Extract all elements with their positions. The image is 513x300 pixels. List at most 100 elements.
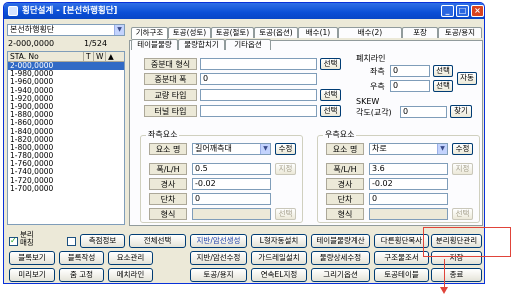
station-list[interactable]: STA. No T W ▲ 2-000,0000 1-980,0000 1-960,… [7, 51, 125, 225]
station-range: 2-000,0000 [8, 39, 55, 48]
col-w[interactable]: W [94, 52, 106, 61]
skew-find-button[interactable]: 찾기 [450, 105, 472, 118]
right-step-label: 단차 [326, 193, 364, 205]
tab-drain-2[interactable]: 배수(2) [338, 27, 402, 38]
right-type-select-button[interactable]: 선택 [452, 208, 473, 220]
matchline-left-field[interactable]: 0 [390, 65, 430, 77]
main-window: 횡단설계 - [본선하행횡단] _ □ × 본선하행횡단 ▼ 2-000,000… [3, 2, 485, 284]
matchline-right-select-button[interactable]: 선택 [433, 80, 453, 92]
right-name-value: 차로 [372, 144, 387, 153]
window-title: 횡단설계 - [본선하행횡단] [22, 6, 118, 16]
chevron-down-icon[interactable]: ▼ [260, 144, 270, 154]
close-icon[interactable]: × [471, 5, 484, 17]
bridge-type-field[interactable] [200, 89, 317, 101]
left-type-select-button[interactable]: 선택 [275, 208, 296, 220]
col-t[interactable]: T [84, 52, 94, 61]
minimize-icon[interactable]: _ [441, 5, 454, 17]
element-manage-button[interactable]: 요소관리 [108, 251, 153, 265]
maximize-icon[interactable]: □ [456, 5, 469, 17]
median-type-label: 중분대 형식 [144, 58, 197, 70]
bridge-type-label: 교량 타입 [144, 89, 197, 101]
tab-other-options[interactable]: 기타옵션 [225, 39, 271, 50]
right-width-field[interactable]: 3.6 [369, 163, 448, 175]
left-step-field[interactable]: 0 [192, 193, 271, 205]
left-name-combo[interactable]: 길어깨측대 ▼ [192, 143, 271, 155]
left-width-field[interactable]: 0.5 [192, 163, 271, 175]
right-slope-label: 경사 [326, 178, 364, 190]
tab-qty-merge[interactable]: 물량합치기 [178, 39, 225, 50]
match-line-button[interactable]: 메치라인 [108, 268, 153, 282]
tab-drain-1[interactable]: 배수(1) [298, 27, 338, 38]
matchline-auto-button[interactable]: 자동 [457, 72, 477, 85]
left-type-label: 형식 [149, 208, 187, 220]
left-step-label: 단차 [149, 193, 187, 205]
matchline-title: 폐치라인 [356, 54, 386, 63]
tab-fill[interactable]: 토공(성토) [168, 27, 211, 38]
annotation-arrow-line [444, 259, 445, 288]
chevron-down-icon[interactable]: ▼ [114, 25, 124, 35]
matchline-left-select-button[interactable]: 선택 [433, 65, 453, 77]
scroll-up-icon[interactable]: ▲ [106, 52, 124, 61]
preview-button[interactable]: 미리보기 [9, 268, 55, 282]
left-edit-button[interactable]: 수정 [275, 143, 296, 155]
block-view-button[interactable]: 블록보기 [9, 251, 55, 265]
earth-table-button[interactable]: 토공테이블 [374, 268, 429, 282]
earth-land-button[interactable]: 토공/용지 [190, 268, 247, 282]
right-type-label: 형식 [326, 208, 364, 220]
skew-angle-label: 각도(교각) [356, 108, 392, 117]
left-name-value: 길어깨측대 [195, 144, 232, 153]
left-designate-button[interactable]: 지정 [275, 163, 296, 175]
extra-checkbox[interactable] [67, 237, 76, 246]
left-element-title: 좌측요소 [146, 130, 180, 140]
l-type-auto-button[interactable]: L형자동설치 [251, 234, 307, 248]
left-width-label: 폭/L/H [149, 163, 187, 175]
right-step-field[interactable]: 0 [369, 193, 448, 205]
tab-pavement[interactable]: 포장 [402, 27, 438, 38]
median-width-field[interactable]: 0 [200, 73, 317, 85]
list-item[interactable]: 1-700,0000 [8, 184, 124, 193]
section-combo-value: 본선하행횡단 [10, 25, 55, 34]
table-qty-calc-button[interactable]: 테이블물량계산 [311, 234, 370, 248]
zoom-fix-button[interactable]: 줌 고정 [59, 268, 104, 282]
tab-geometry[interactable]: 기하구조 [131, 27, 168, 39]
right-designate-button[interactable]: 지정 [452, 163, 473, 175]
annotation-arrow-icon [440, 287, 448, 294]
matchline-right-field[interactable]: 0 [390, 80, 430, 92]
matchline-left-label: 좌측 [370, 67, 385, 76]
ground-line-create-button[interactable]: 지반/암선생성 [190, 234, 247, 248]
app-icon [8, 6, 18, 16]
right-element-title: 우측요소 [323, 130, 357, 140]
tunnel-type-select-button[interactable]: 선택 [320, 105, 341, 117]
right-edit-button[interactable]: 수정 [452, 143, 473, 155]
col-sta[interactable]: STA. No [8, 52, 84, 61]
tunnel-type-field[interactable] [200, 105, 317, 117]
median-type-select-button[interactable]: 선택 [320, 58, 341, 70]
skew-angle-field[interactable]: 0 [400, 106, 447, 118]
guardrail-install-button[interactable]: 가드레일설치 [251, 251, 307, 265]
chevron-down-icon[interactable]: ▼ [437, 144, 447, 154]
skew-title: SKEW [356, 97, 380, 106]
left-type-field [192, 208, 271, 220]
right-name-combo[interactable]: 차로 ▼ [369, 143, 448, 155]
tab-table-qty[interactable]: 테이블물량 [131, 39, 178, 50]
tab-earth-option[interactable]: 토공(옵션) [254, 27, 298, 38]
right-slope-field[interactable]: -0.02 [369, 178, 448, 190]
left-slope-field[interactable]: -0.02 [192, 178, 271, 190]
separate-matching-checkbox[interactable] [9, 236, 18, 246]
tab-earth-land[interactable]: 토공/용지 [438, 27, 482, 38]
bridge-type-select-button[interactable]: 선택 [320, 89, 341, 101]
block-create-button[interactable]: 블록작성 [59, 251, 104, 265]
tab-cut[interactable]: 토공(절토) [211, 27, 254, 38]
section-combo[interactable]: 본선하행횡단 ▼ [7, 24, 125, 36]
select-all-button[interactable]: 전체선택 [129, 234, 186, 248]
continuous-el-button[interactable]: 연속EL지정 [251, 268, 307, 282]
copy-section-button[interactable]: 다른횡단복사 [374, 234, 429, 248]
ground-line-edit-button[interactable]: 지반/암선수정 [190, 251, 247, 265]
qty-detail-edit-button[interactable]: 물량상세수정 [311, 251, 370, 265]
draw-options-button[interactable]: 그리기옵션 [311, 268, 370, 282]
title-bar: 횡단설계 - [본선하행횡단] _ □ × [4, 3, 484, 19]
structure-report-button[interactable]: 구조물조서 [374, 251, 429, 265]
station-info-button[interactable]: 측점정보 [80, 234, 125, 248]
median-type-field[interactable] [200, 58, 317, 70]
exit-button[interactable]: 종료 [431, 268, 482, 282]
